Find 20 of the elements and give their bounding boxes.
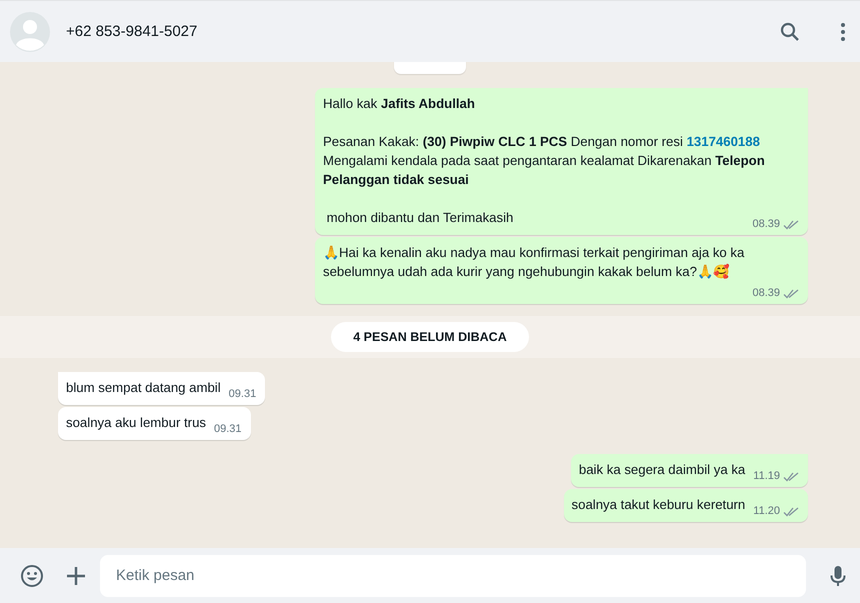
message-text: baik ka segera daimbil ya ka	[578, 461, 746, 479]
message-input-field[interactable]: Ketik pesan	[100, 554, 806, 596]
message-time: 11.20	[753, 504, 780, 519]
message-text: Pesanan Kakak: (30) Piwpiw CLC 1 PCS Dengan nomor resi 1317460188 Mengalami kendala pada saat pengantaran kealamat Dikarenakan Telepon Pelanggan tidak sesuai	[323, 133, 766, 189]
message-time: 09.31	[214, 422, 242, 437]
unread-count-label: 4 PESAN BELUM DIBACA	[331, 322, 529, 352]
message-text: soalnya takut keburu kereturn	[572, 496, 746, 514]
message-time: 08.39	[752, 217, 780, 232]
tracking-number-link[interactable]: 1317460188	[686, 134, 760, 149]
message-time: 11.19	[753, 469, 780, 484]
message-time: 08.39	[752, 286, 780, 301]
message-text: soalnya aku lembur trus	[66, 414, 206, 432]
message-text: Hallo kak Jafits Abdullah	[323, 95, 475, 113]
contact-name[interactable]: +62 853-9841-5027	[66, 23, 762, 40]
emoji-icon[interactable]	[20, 564, 44, 588]
message-text: blum sempat datang ambil	[66, 379, 221, 397]
message-time: 09.31	[228, 387, 256, 402]
message-text: mohon dibantu dan Terimakasih	[326, 209, 514, 227]
message-text: 🙏Hai ka kenalin aku nadya mau konfirmasi terkait pengiriman aja ko ka sebelumnya udah ada kurir yang ngehubungin kakak belum ka?🙏🥰	[323, 244, 746, 281]
date-chip	[394, 62, 466, 74]
